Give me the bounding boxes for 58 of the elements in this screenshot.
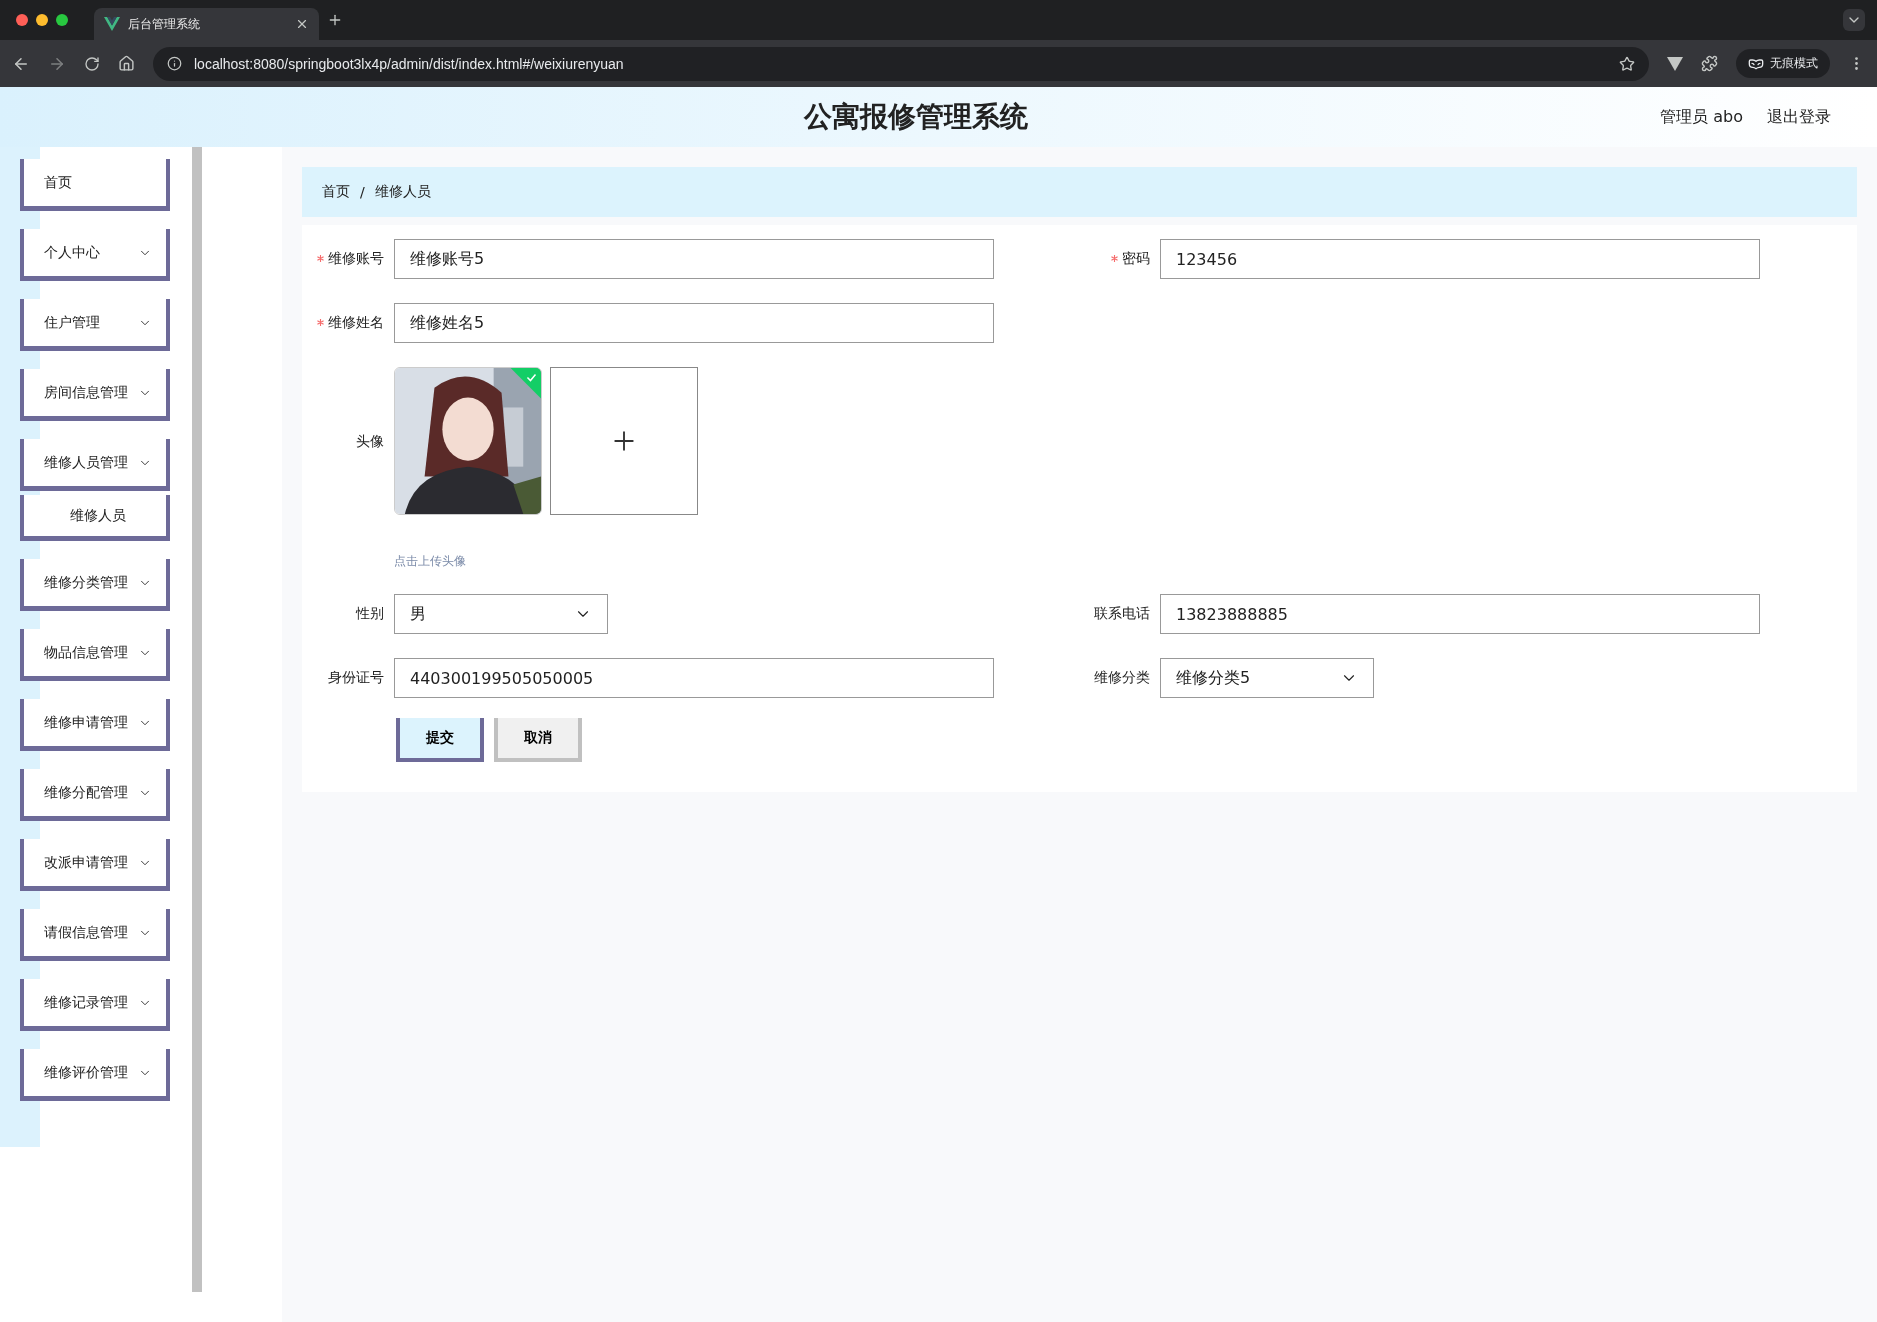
window-close-control[interactable] (16, 14, 28, 26)
info-icon[interactable] (167, 56, 182, 71)
scrollbar[interactable] (192, 147, 202, 1292)
field-label: 密码 (1122, 249, 1150, 268)
select-field[interactable]: 男 (394, 594, 608, 634)
browser-tab[interactable]: 后台管理系统 (94, 8, 319, 40)
new-tab-icon[interactable] (327, 12, 343, 28)
input-field[interactable]: 维修账号5 (394, 239, 994, 279)
address-bar[interactable]: localhost:8080/springboot3lx4p/admin/dist/index.html#/weixiurenyuan (153, 46, 1649, 81)
tab-list-icon[interactable] (1843, 9, 1865, 31)
breadcrumb-item[interactable]: 首页 (322, 183, 350, 201)
menu-item[interactable]: 维修评价管理 (20, 1049, 170, 1101)
submit-button[interactable]: 提交 (396, 718, 484, 762)
reload-icon[interactable] (84, 55, 100, 72)
menu-item[interactable]: 房间信息管理 (20, 369, 170, 421)
input-field[interactable]: 13823888885 (1160, 594, 1760, 634)
breadcrumb-item: 维修人员 (374, 183, 431, 201)
input-field[interactable]: 123456 (1160, 239, 1760, 279)
submenu-item[interactable]: 维修人员 (20, 495, 170, 541)
field-label: 维修分类 (1094, 668, 1150, 687)
extension-icon[interactable] (1667, 56, 1683, 71)
field-label: 联系电话 (1094, 604, 1150, 623)
star-icon[interactable] (1619, 55, 1635, 72)
breadcrumb-separator: / (360, 184, 365, 200)
menu-item[interactable]: 维修分类管理 (20, 559, 170, 611)
menu-item[interactable]: 住户管理 (20, 299, 170, 351)
url-text: localhost:8080/springboot3lx4p/admin/dist/index.html#/weixiurenyuan (194, 55, 625, 72)
select-field[interactable]: 维修分类5 (1160, 658, 1374, 698)
menu-item[interactable]: 维修申请管理 (20, 699, 170, 751)
menu-item[interactable]: 请假信息管理 (20, 909, 170, 961)
field-label: 身份证号 (328, 668, 384, 687)
user-name: 管理员 abo (1660, 106, 1743, 128)
app-title: 公寓报修管理系统 (803, 99, 1028, 135)
input-field[interactable]: 440300199505050005 (394, 658, 994, 698)
cancel-button[interactable]: 取消 (494, 718, 582, 762)
tab-title: 后台管理系统 (128, 15, 201, 33)
field-label: 性别 (356, 604, 384, 623)
field-label: 头像 (356, 432, 384, 451)
menu-item[interactable]: 维修分配管理 (20, 769, 170, 821)
menu-item[interactable]: 物品信息管理 (20, 629, 170, 681)
upload-hint: 点击上传头像 (394, 553, 467, 570)
menu-item[interactable]: 改派申请管理 (20, 839, 170, 891)
puzzle-icon[interactable] (1701, 55, 1718, 72)
field-label: 维修账号 (328, 249, 384, 268)
logo-icon (104, 17, 120, 31)
close-icon[interactable] (295, 17, 309, 31)
logout-link[interactable]: 退出登录 (1767, 106, 1831, 128)
field-label: 维修姓名 (328, 313, 384, 332)
input-field[interactable]: 维修姓名5 (394, 303, 994, 343)
menu-item[interactable]: 维修人员管理 (20, 439, 170, 491)
menu-item[interactable]: 维修记录管理 (20, 979, 170, 1031)
home-icon[interactable] (118, 55, 135, 72)
menu-item[interactable]: 个人中心 (20, 229, 170, 281)
window-zoom-control[interactable] (56, 14, 68, 26)
window-minimize-control[interactable] (36, 14, 48, 26)
upload-button[interactable] (550, 367, 698, 515)
menu-item[interactable]: 首页 (20, 159, 170, 211)
incognito-badge[interactable]: 无痕模式 (1736, 49, 1830, 78)
